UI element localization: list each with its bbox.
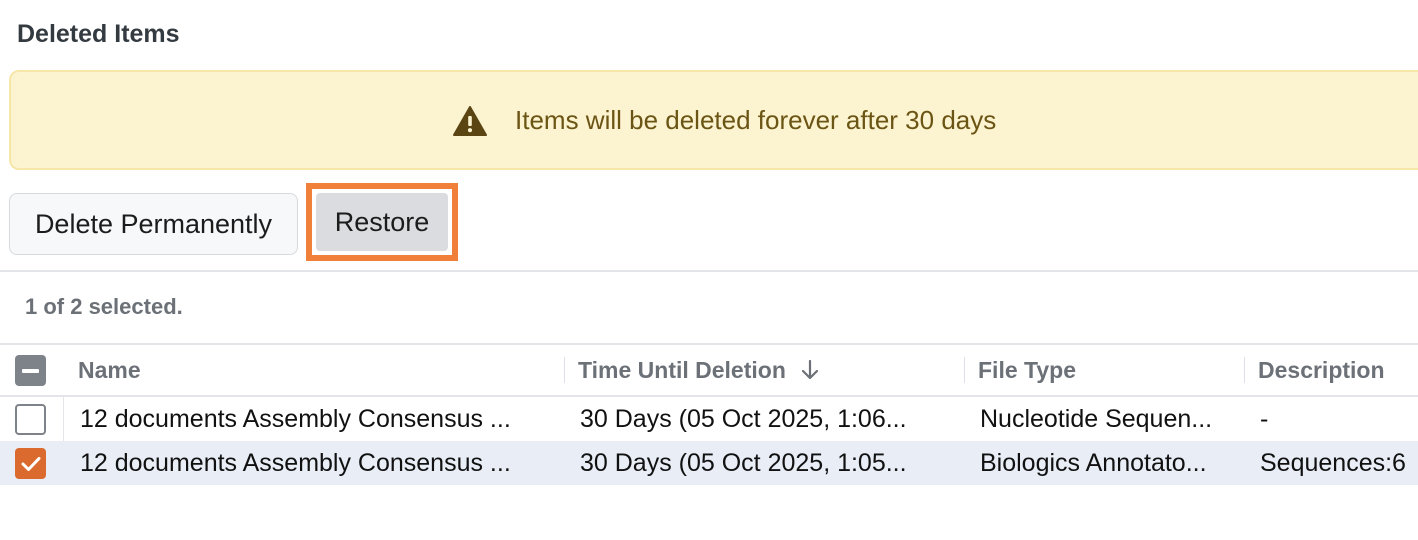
checkmark-icon	[21, 456, 40, 471]
page-title: Deleted Items	[17, 20, 180, 48]
warning-triangle-icon	[453, 105, 487, 136]
row-file-type: Nucleotide Sequen...	[980, 404, 1213, 433]
column-header-name[interactable]: Name	[78, 345, 558, 395]
table-row[interactable]: 12 documents Assembly Consensus ... 30 D…	[0, 397, 1418, 441]
row-name: 12 documents Assembly Consensus ...	[80, 448, 511, 477]
table-header: Name Time Until Deletion File Type Descr…	[0, 345, 1418, 397]
row-file-type: Biologics Annotato...	[980, 448, 1207, 477]
column-header-description[interactable]: Description	[1258, 345, 1418, 395]
delete-permanently-button[interactable]: Delete Permanently	[9, 193, 298, 255]
row-time-until-deletion: 30 Days (05 Oct 2025, 1:05...	[580, 448, 907, 477]
select-all-checkbox[interactable]	[15, 355, 46, 386]
column-separator	[1244, 357, 1245, 383]
row-checkbox[interactable]	[15, 404, 46, 435]
column-header-time-label: Time Until Deletion	[578, 356, 786, 383]
column-header-file-type[interactable]: File Type	[978, 345, 1238, 395]
deleted-items-table: Name Time Until Deletion File Type Descr…	[0, 343, 1418, 485]
restore-button[interactable]: Restore	[316, 193, 448, 251]
column-separator	[964, 357, 965, 383]
table-row[interactable]: 12 documents Assembly Consensus ... 30 D…	[0, 441, 1418, 485]
selection-count: 1 of 2 selected.	[25, 294, 183, 319]
row-name: 12 documents Assembly Consensus ...	[80, 404, 511, 433]
divider	[0, 270, 1418, 272]
row-checkbox[interactable]	[15, 448, 46, 479]
row-description: Sequences:6	[1260, 448, 1406, 477]
column-header-time-until-deletion[interactable]: Time Until Deletion	[578, 345, 958, 395]
column-separator	[564, 357, 565, 383]
arrow-down-icon	[801, 359, 818, 380]
banner-message: Items will be deleted forever after 30 d…	[515, 105, 997, 135]
restore-button-highlight: Restore	[306, 183, 458, 261]
row-description: -	[1260, 404, 1269, 433]
indeterminate-checkbox-icon	[22, 368, 39, 373]
row-time-until-deletion: 30 Days (05 Oct 2025, 1:06...	[580, 404, 907, 433]
warning-banner: Items will be deleted forever after 30 d…	[9, 70, 1418, 170]
